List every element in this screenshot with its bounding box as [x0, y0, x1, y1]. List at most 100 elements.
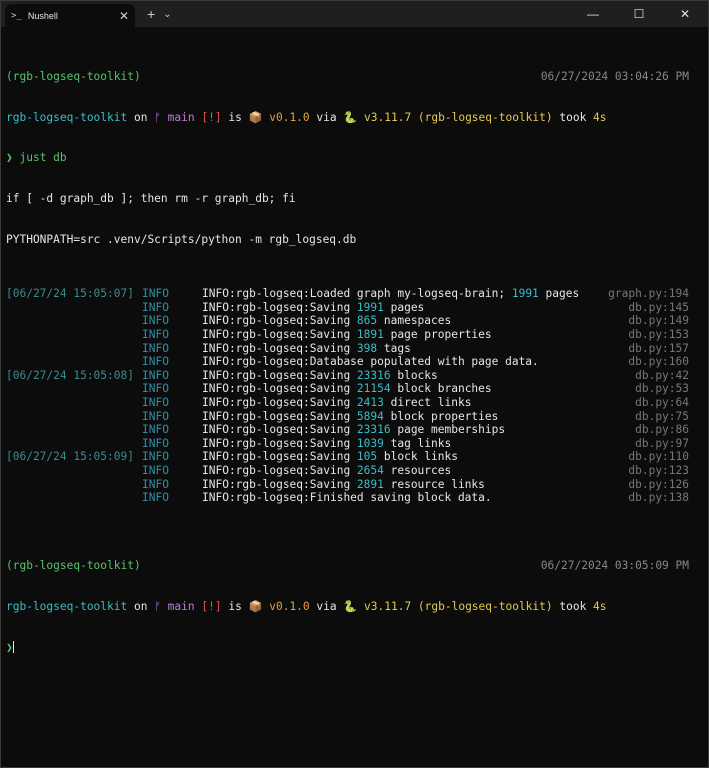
- log-source-file: db.py:75: [635, 409, 689, 423]
- log-source-file: db.py:160: [628, 355, 689, 369]
- log-source-file: db.py:145: [628, 300, 689, 314]
- log-message: INFO:rgb-logseq:Saving: [202, 436, 357, 450]
- echo-line: if [ -d graph_db ]; then rm -r graph_db;…: [6, 192, 296, 206]
- log-level: INFO: [142, 464, 169, 477]
- prompt-timestamp: 06/27/2024 03:04:26 PM: [540, 69, 689, 83]
- git-status: [!]: [201, 599, 222, 613]
- log-output: [06/27/24 15:05:07] INFO INFO:rgb-logseq:L…: [6, 287, 703, 505]
- log-timestamp: [06/27/24 15:05:08]: [6, 368, 134, 382]
- window-controls: — ☐ ✕: [570, 1, 708, 27]
- log-count: 21154: [356, 382, 391, 396]
- log-line: [06/27/24 15:05:07] INFO INFO:rgb-logseq:L…: [6, 287, 703, 301]
- prompt-symbol: ❯: [6, 640, 13, 654]
- log-level: INFO: [142, 314, 169, 328]
- git-branch: main: [167, 599, 195, 613]
- log-message: INFO:rgb-logseq:Saving: [202, 341, 357, 355]
- terminal-output[interactable]: (rgb-logseq-toolkit) 06/27/2024 03:04:26 …: [1, 27, 708, 684]
- log-level: INFO: [142, 368, 169, 382]
- new-tab-button[interactable]: +: [147, 1, 155, 27]
- prompt-venv-line: (rgb-logseq-toolkit) 06/27/2024 03:04:26 …: [6, 70, 703, 84]
- log-line: INFO INFO:rgb-logseq:Saving 2413 direct l…: [6, 396, 703, 410]
- log-source-file: db.py:153: [628, 328, 689, 342]
- log-count: 5894: [356, 409, 384, 423]
- command-line: ❯ just db: [6, 151, 703, 165]
- log-message: INFO:rgb-logseq:Saving: [202, 477, 357, 491]
- git-branch-icon: ᚠ: [154, 110, 161, 124]
- log-level: INFO: [142, 477, 169, 491]
- log-line: INFO INFO:rgb-logseq:Database populated w…: [6, 355, 703, 369]
- log-level: INFO: [142, 491, 169, 505]
- prompt-symbol: ❯: [6, 151, 13, 165]
- log-timestamp: [06/27/24 15:05:09]: [6, 450, 134, 464]
- chevron-down-icon[interactable]: ⌄: [163, 1, 171, 27]
- log-count: 23316: [356, 368, 391, 382]
- venv-label: (rgb-logseq-toolkit): [6, 559, 141, 573]
- directory-label: rgb-logseq-toolkit: [6, 110, 128, 124]
- log-source-file: db.py:97: [635, 436, 689, 450]
- prompt-status-line: rgb-logseq-toolkit on ᚠ main [!] is 📦 v0…: [6, 110, 607, 124]
- log-count: 1891: [356, 328, 384, 342]
- log-message: INFO:rgb-logseq:Saving: [202, 409, 357, 423]
- log-message-suffix: block links: [377, 450, 458, 464]
- log-message: INFO:rgb-logseq:Finished saving block da…: [202, 491, 492, 505]
- log-count: 1991: [356, 300, 384, 314]
- prompt-status-line: rgb-logseq-toolkit on ᚠ main [!] is 📦 v0…: [6, 599, 607, 613]
- text-cursor: [12, 640, 14, 653]
- log-source-file: db.py:110: [628, 450, 689, 464]
- log-level: INFO: [142, 450, 169, 464]
- log-level: INFO: [142, 409, 169, 423]
- log-line: INFO INFO:rgb-logseq:Saving 5894 block pr…: [6, 410, 703, 424]
- log-line: [06/27/24 15:05:09] INFO INFO:rgb-logseq:S…: [6, 450, 703, 464]
- log-source-file: graph.py:194: [608, 287, 689, 301]
- log-message: INFO:rgb-logseq:Saving: [202, 450, 357, 464]
- prompt-timestamp: 06/27/2024 03:05:09 PM: [540, 559, 689, 573]
- command-duration: 4s: [593, 599, 607, 613]
- log-message: INFO:rgb-logseq:Saving: [202, 423, 357, 437]
- log-level: INFO: [142, 436, 169, 450]
- log-level: INFO: [142, 355, 169, 369]
- log-line: INFO INFO:rgb-logseq:Saving 1039 tag link…: [6, 437, 703, 451]
- log-count: 2654: [356, 464, 384, 477]
- log-source-file: db.py:64: [635, 396, 689, 410]
- log-message: INFO:rgb-logseq:Saving: [202, 314, 357, 328]
- maximize-button[interactable]: ☐: [616, 1, 662, 27]
- log-line: [06/27/24 15:05:08] INFO INFO:rgb-logseq:S…: [6, 369, 703, 383]
- log-level: INFO: [142, 423, 169, 437]
- log-count: 865: [356, 314, 378, 328]
- log-message-suffix: pages: [383, 300, 425, 314]
- log-count: 2891: [356, 477, 384, 491]
- python-icon: 🐍: [343, 110, 358, 124]
- log-message-suffix: block properties: [383, 409, 499, 423]
- log-count: 2413: [356, 396, 384, 410]
- log-message-suffix: tag links: [383, 436, 452, 450]
- package-icon: 📦: [248, 110, 263, 124]
- log-line: INFO INFO:rgb-logseq:Saving 23316 page me…: [6, 423, 703, 437]
- prompt-venv-line: (rgb-logseq-toolkit) 06/27/2024 03:05:09 …: [6, 559, 703, 573]
- minimize-button[interactable]: —: [570, 1, 616, 27]
- directory-label: rgb-logseq-toolkit: [6, 599, 128, 613]
- tab-close-icon[interactable]: ✕: [119, 9, 129, 23]
- command-text: just db: [19, 151, 67, 165]
- log-message: INFO:rgb-logseq:Saving: [202, 382, 357, 396]
- log-line: INFO INFO:rgb-logseq:Saving 2891 resource…: [6, 478, 703, 492]
- log-line: INFO INFO:rgb-logseq:Saving 865 namespace…: [6, 314, 703, 328]
- log-level: INFO: [142, 396, 169, 410]
- log-source-file: db.py:126: [628, 477, 689, 491]
- log-message-suffix: pages: [538, 287, 580, 301]
- command-line[interactable]: ❯: [6, 640, 703, 655]
- python-version: v3.11.7 (rgb-logseq-toolkit): [364, 599, 553, 613]
- python-icon: 🐍: [343, 599, 358, 613]
- log-message-suffix: resource links: [383, 477, 485, 491]
- log-line: INFO INFO:rgb-logseq:Saving 1991 pages db.…: [6, 301, 703, 315]
- log-message: INFO:rgb-logseq:Loaded graph my-logseq-b…: [202, 287, 512, 301]
- python-version: v3.11.7 (rgb-logseq-toolkit): [364, 110, 553, 124]
- log-line: INFO INFO:rgb-logseq:Finished saving bloc…: [6, 491, 703, 505]
- log-source-file: db.py:157: [628, 341, 689, 355]
- log-message-suffix: namespaces: [377, 314, 452, 328]
- log-count: 1039: [356, 436, 384, 450]
- log-count: 398: [356, 341, 378, 355]
- title-bar: >_ Nushell ✕ + ⌄ — ☐ ✕: [1, 1, 708, 27]
- log-source-file: db.py:42: [635, 368, 689, 382]
- close-button[interactable]: ✕: [662, 1, 708, 27]
- tab-nushell[interactable]: >_ Nushell ✕: [5, 4, 135, 27]
